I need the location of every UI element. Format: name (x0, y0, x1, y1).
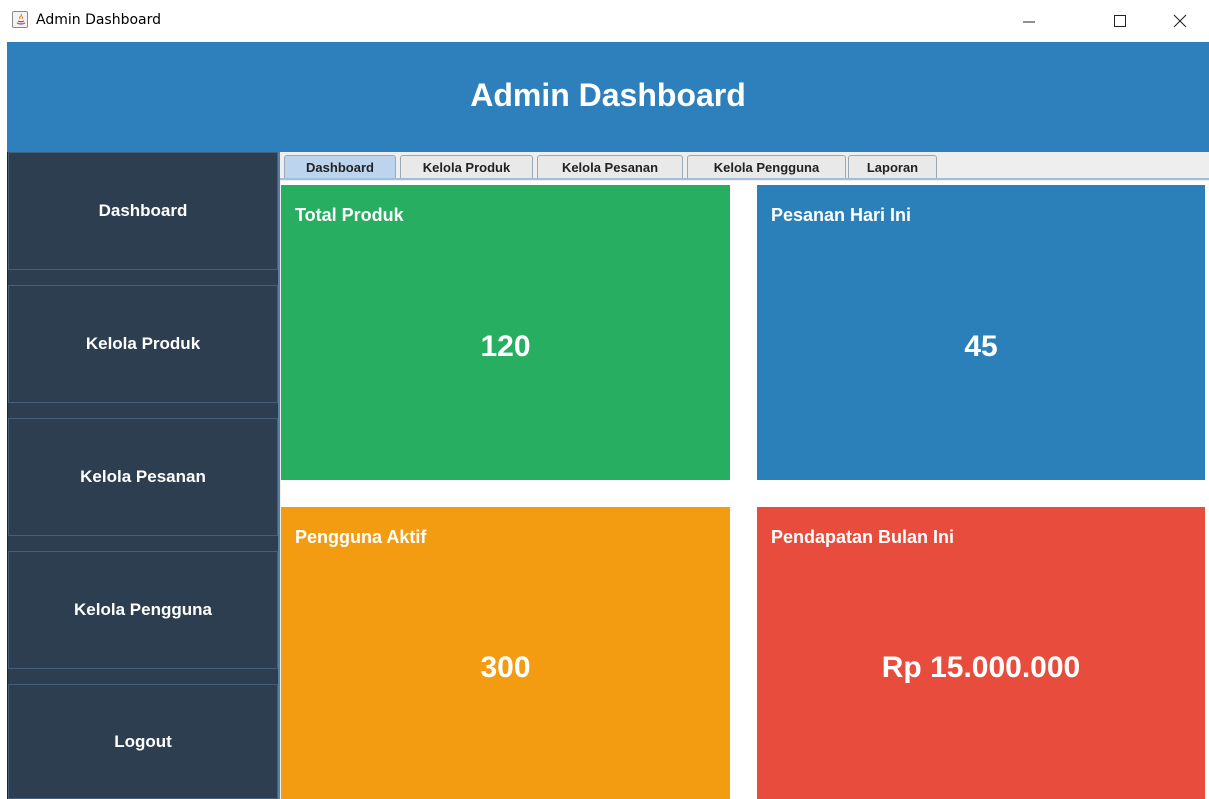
logout-button[interactable]: Logout (8, 684, 278, 799)
tab-kelola-pesanan[interactable]: Kelola Pesanan (537, 155, 683, 179)
card-title: Pendapatan Bulan Ini (771, 527, 955, 547)
sidebar-left-edge (7, 152, 8, 799)
card-title: Pesanan Hari Ini (771, 205, 912, 225)
maximize-button[interactable] (1097, 0, 1143, 42)
stat-card-total-produk: Total Produk 120 (281, 185, 730, 480)
card-title: Pengguna Aktif (295, 527, 427, 547)
card-value: 120 (480, 330, 531, 363)
app-window: Admin Dashboard Admin Dashboard Dashboar… (0, 0, 1209, 799)
tab-underline (280, 178, 1209, 180)
sidebar-item-kelola-pengguna[interactable]: Kelola Pengguna (8, 551, 278, 669)
close-icon (1173, 14, 1187, 28)
tab-laporan[interactable]: Laporan (848, 155, 937, 179)
card-value: Rp 15.000.000 (881, 651, 1081, 684)
sidebar-item-kelola-produk[interactable]: Kelola Produk (8, 285, 278, 403)
maximize-icon (1114, 15, 1126, 27)
stat-card-pesanan-hari-ini: Pesanan Hari Ini 45 (757, 185, 1205, 480)
sidebar: Dashboard Kelola Produk Kelola Pesanan K… (7, 152, 279, 799)
minimize-button[interactable] (1006, 0, 1052, 42)
sidebar-item-kelola-pesanan[interactable]: Kelola Pesanan (8, 418, 278, 536)
window-title: Admin Dashboard (36, 12, 162, 28)
tab-kelola-produk[interactable]: Kelola Produk (400, 155, 533, 179)
tab-kelola-pengguna[interactable]: Kelola Pengguna (687, 155, 846, 179)
close-button[interactable] (1157, 0, 1203, 42)
header-title: Admin Dashboard (470, 77, 746, 113)
stat-card-pengguna-aktif: Pengguna Aktif 300 (281, 507, 730, 799)
java-icon (12, 11, 28, 28)
card-title: Total Produk (295, 205, 404, 225)
card-value: 45 (964, 330, 998, 363)
sidebar-item-dashboard[interactable]: Dashboard (8, 152, 278, 270)
tab-dashboard[interactable]: Dashboard (284, 155, 396, 179)
dashboard-header: Admin Dashboard (7, 42, 1209, 152)
card-value: 300 (480, 651, 531, 684)
stat-card-pendapatan-bulan-ini: Pendapatan Bulan Ini Rp 15.000.000 (757, 507, 1205, 799)
minimize-icon (1023, 21, 1035, 23)
title-bar: Admin Dashboard (0, 0, 1209, 42)
